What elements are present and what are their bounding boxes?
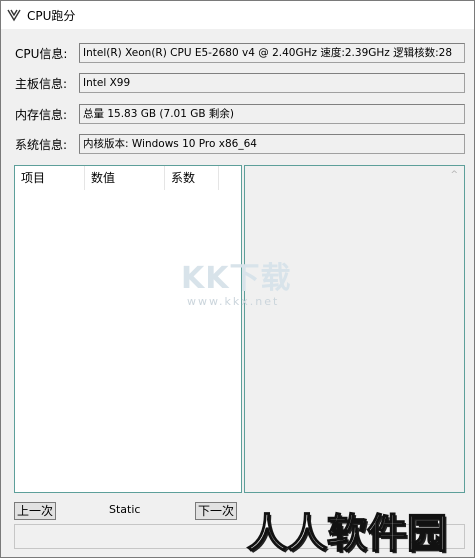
memory-info-label: 内存信息:: [15, 107, 68, 122]
scroll-up-icon[interactable]: ^: [450, 170, 458, 180]
detail-panel[interactable]: ^: [244, 165, 465, 493]
system-info-value: 内核版本: Windows 10 Pro x86_64: [79, 134, 465, 154]
board-info-label: 主板信息:: [15, 76, 68, 91]
window-title: CPU跑分: [27, 8, 76, 23]
column-header-factor[interactable]: 系数: [165, 166, 219, 190]
column-header-value[interactable]: 数值: [85, 166, 165, 190]
cpu-info-value: Intel(R) Xeon(R) CPU E5-2680 v4 @ 2.40GH…: [79, 43, 465, 63]
column-header-item[interactable]: 项目: [15, 166, 85, 190]
watermark-kk: KK下载: [181, 261, 292, 296]
status-label: Static: [109, 503, 141, 516]
app-logo-icon: [7, 9, 21, 22]
next-button[interactable]: 下一次: [195, 502, 237, 520]
memory-info-row: 内存信息: 总量 15.83 GB (7.01 GB 剩余): [15, 104, 465, 124]
cpu-info-row: CPU信息: Intel(R) Xeon(R) CPU E5-2680 v4 @…: [15, 43, 465, 63]
list-header: 项目 数值 系数: [15, 166, 219, 190]
watermark-url: www.kkx.net: [187, 295, 280, 308]
board-info-row: 主板信息: Intel X99: [15, 73, 465, 93]
system-info-row: 系统信息: 内核版本: Windows 10 Pro x86_64: [15, 134, 465, 154]
results-list[interactable]: 项目 数值 系数: [14, 165, 242, 493]
title-bar[interactable]: CPU跑分: [1, 1, 474, 29]
cpu-info-label: CPU信息:: [15, 46, 68, 61]
app-window: CPU跑分 CPU信息: Intel(R) Xeon(R) CPU E5-268…: [0, 0, 475, 558]
board-info-value: Intel X99: [79, 73, 465, 93]
system-info-label: 系统信息:: [15, 137, 68, 152]
watermark-corner: 人人软件园: [246, 510, 448, 558]
previous-button[interactable]: 上一次: [14, 502, 56, 520]
memory-info-value: 总量 15.83 GB (7.01 GB 剩余): [79, 104, 465, 124]
